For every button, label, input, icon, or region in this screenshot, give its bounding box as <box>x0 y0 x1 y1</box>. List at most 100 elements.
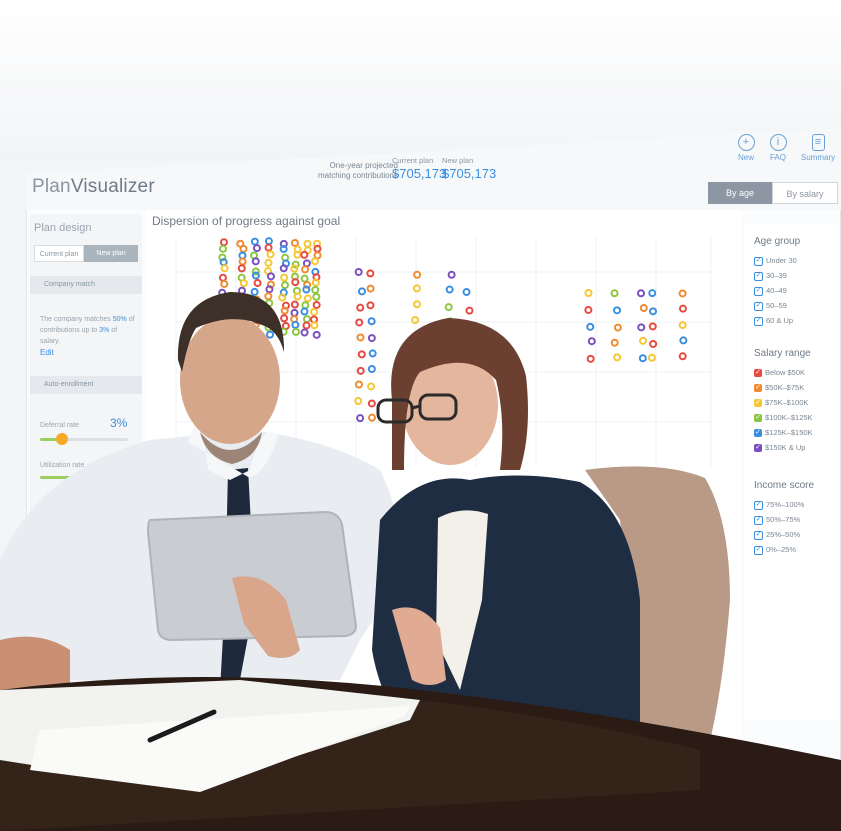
salary-filter-150k-up[interactable]: ✓ $150K & Up <box>754 443 805 453</box>
scatter-dot <box>411 316 420 325</box>
salary-filter-100-125k[interactable]: ✓ $100K–$125K <box>754 413 813 423</box>
scatter-dot <box>221 328 230 337</box>
utilization-slider-2-fill <box>40 606 92 609</box>
scatter-dots <box>218 237 688 424</box>
deferral-rate-value: 3% <box>110 416 128 430</box>
scatter-dot <box>446 317 455 326</box>
scatter-dot <box>250 287 259 296</box>
scatter-dot <box>300 274 309 283</box>
scatter-dot <box>679 336 688 345</box>
scatter-dot <box>647 353 656 362</box>
salary-filter-below-50k[interactable]: ✓ Below $50K <box>754 368 805 378</box>
scatter-dot <box>239 244 248 253</box>
scatter-dot <box>465 336 474 345</box>
age-filter-under-30[interactable]: ✓ Under 30 <box>754 256 797 266</box>
scatter-dot <box>264 323 273 332</box>
next-button[interactable]: Next > <box>796 764 828 776</box>
scatter-dot <box>264 292 273 301</box>
scatter-dot <box>649 339 658 348</box>
auto-enroll-header[interactable]: Auto-enrollment <box>30 376 142 394</box>
scatter-dot <box>279 244 288 253</box>
scatter-dot <box>280 273 289 282</box>
utilization-slider-2[interactable] <box>40 601 128 613</box>
income-filter-25-50[interactable]: ✓ 25%–50% <box>754 530 800 540</box>
scatter-dot <box>356 303 365 312</box>
scatter-dot <box>266 272 275 281</box>
scatter-dot <box>290 300 299 309</box>
age-filter-60-up[interactable]: ✓ 60 & Up <box>754 316 793 326</box>
deferral-slider[interactable] <box>40 433 128 445</box>
nav-new-button[interactable]: + New <box>728 134 764 162</box>
age-filter-30-39[interactable]: ✓ 30–39 <box>754 271 787 281</box>
edit-link[interactable]: Edit <box>40 348 54 357</box>
scatter-dot <box>251 327 260 336</box>
scatter-dot <box>367 399 376 408</box>
scatter-dot <box>636 289 645 298</box>
scatter-dot <box>639 336 648 345</box>
company-match-text: The company matches 50% of contributions… <box>40 316 135 345</box>
scatter-dot <box>301 301 310 310</box>
age-filter-50-59[interactable]: ✓ 50–59 <box>754 301 787 311</box>
scatter-dot <box>586 354 595 363</box>
age-group-title: Age group <box>754 236 801 247</box>
scatter-dot <box>265 330 274 339</box>
scatter-dot <box>366 301 375 310</box>
scatter-dot <box>367 365 376 374</box>
tab-current-plan[interactable]: Current plan <box>34 245 84 262</box>
scatter-dot <box>366 269 375 278</box>
salary-filter-75-100k[interactable]: ✓ $75K–$100K <box>754 398 808 408</box>
scatter-dot <box>220 321 229 330</box>
age-filter-40-49[interactable]: ✓ 40–49 <box>754 286 787 296</box>
utilization-slider-2-handle[interactable] <box>88 601 100 613</box>
scatter-dot <box>251 271 260 280</box>
scatter-dot <box>354 380 363 389</box>
current-plan-value: $705,173 <box>392 166 447 181</box>
chart-gridlines <box>175 237 712 467</box>
income-filter-50-75[interactable]: ✓ 50%–75% <box>754 515 800 525</box>
checkbox-checked-icon: ✓ <box>754 369 762 377</box>
scatter-dot <box>444 350 453 359</box>
checkbox-checked-icon: ✓ <box>754 301 763 311</box>
salary-filter-50-75k[interactable]: ✓ $50K–$75K <box>754 383 804 393</box>
utilization-slider-3[interactable] <box>40 646 128 649</box>
salary-filter-125-150k[interactable]: ✓ $125K–$150K <box>754 428 813 438</box>
scatter-dot <box>462 288 471 297</box>
income-filter-0-25[interactable]: ✓ 0%–25% <box>754 545 796 555</box>
utilization-slider-3-fill <box>40 646 128 649</box>
scatter-dot <box>303 294 312 303</box>
scatter-dot <box>678 321 687 330</box>
toggle-by-salary[interactable]: By salary <box>772 182 838 204</box>
scatter-dot <box>610 338 619 347</box>
scatter-dot <box>238 257 247 266</box>
checkbox-checked-icon: ✓ <box>754 256 763 266</box>
utilization-slider[interactable] <box>40 476 128 479</box>
scatter-dot <box>462 354 471 363</box>
scatter-dot <box>356 333 365 342</box>
scatter-dot <box>444 398 453 407</box>
scatter-dot <box>218 273 227 282</box>
scatter-dot <box>445 285 454 294</box>
scatter-dot <box>264 243 273 252</box>
scatter-dot <box>265 299 274 308</box>
scatter-dot <box>301 265 310 274</box>
deferral-slider-handle[interactable] <box>56 433 68 445</box>
current-plan-label: Current plan <box>392 156 434 165</box>
scatter-dot <box>237 286 246 295</box>
toggle-by-age[interactable]: By age <box>708 182 772 204</box>
scatter-dot <box>220 264 229 273</box>
nav-summary-button[interactable]: ≡ Summary <box>800 134 836 162</box>
scatter-dot <box>279 327 288 336</box>
nav-faq-button[interactable]: i FAQ <box>760 134 796 162</box>
checkbox-checked-icon: ✓ <box>754 515 763 525</box>
company-match-header[interactable]: Company match <box>30 276 142 294</box>
scatter-dot <box>310 321 319 330</box>
utilization-rate-value-2: 8 <box>106 624 113 638</box>
scatter-dot <box>219 258 228 267</box>
income-filter-75-100[interactable]: ✓ 75%–100% <box>754 500 804 510</box>
scatter-dot <box>279 264 288 273</box>
tab-new-plan[interactable]: New plan <box>84 245 138 262</box>
scatter-dot <box>220 307 229 316</box>
checkbox-checked-icon: ✓ <box>754 545 763 555</box>
scatter-dot <box>447 270 456 279</box>
plan-design-panel: Plan design Current plan New plan Compan… <box>30 214 142 794</box>
